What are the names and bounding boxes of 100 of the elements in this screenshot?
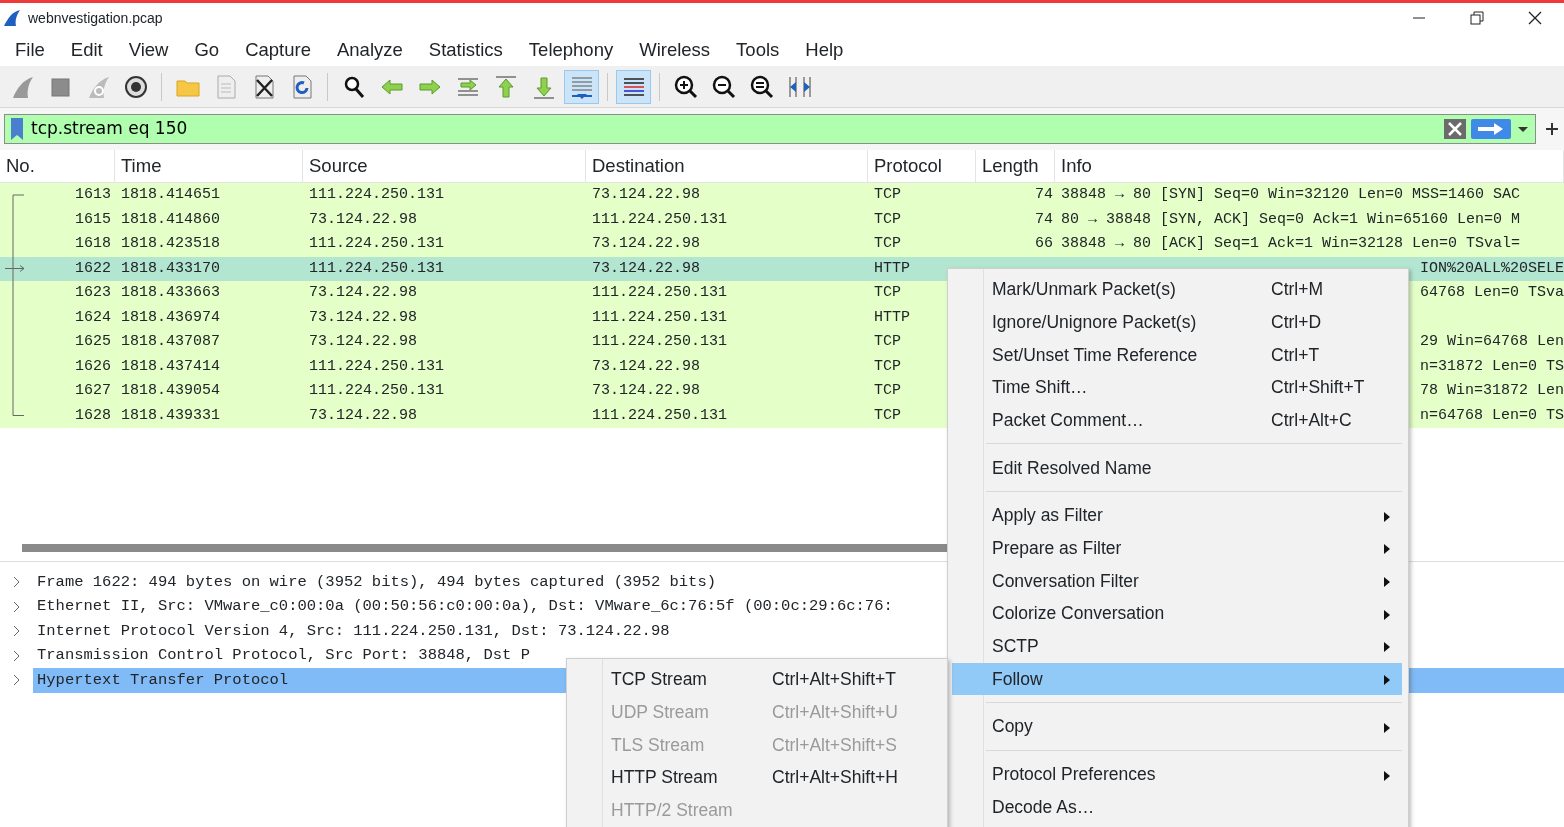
table-cell-text: 1622 xyxy=(74,258,112,279)
table-cell-text: 1626 xyxy=(74,356,112,377)
zoom-reset-icon xyxy=(748,73,775,100)
restore-icon[interactable] xyxy=(1470,11,1484,25)
table-cell-text: 73.124.22.98 xyxy=(591,258,702,279)
table-cell-text: 1818.437087 xyxy=(120,332,222,352)
table-cell-text: TCP xyxy=(873,405,902,426)
table-cell-text: 73.124.22.98 xyxy=(308,283,419,303)
column-header[interactable]: Destination xyxy=(586,150,868,182)
table-cell: 80 → 38848 [SYN, ACK] Seq=0 Ack=1 Win=65160 Len=0 M xyxy=(1061,210,1521,228)
table-cell-text: 1818.414651 xyxy=(120,185,222,205)
tree-item[interactable]: Internet Protocol Version 4, Src: 111.224.250.131, Dst: 73.124.22.98 xyxy=(33,618,674,644)
menu-item[interactable]: SCTP xyxy=(952,629,1402,663)
menu-item[interactable]: Capture xyxy=(232,35,324,64)
menu-item[interactable]: HTTP Stream Ctrl+Alt+Shift+H xyxy=(571,761,941,794)
table-cell-text: 73.124.22.98 xyxy=(308,307,419,328)
submenu-arrow-icon xyxy=(1383,543,1391,556)
autoscroll-button[interactable] xyxy=(564,69,599,104)
menu-item[interactable]: Prepare as Filter xyxy=(952,531,1402,565)
table-cell-text: TCP xyxy=(873,332,902,352)
clear-icon[interactable] xyxy=(1443,118,1467,140)
menu-item[interactable]: Colorize Conversation xyxy=(952,597,1402,630)
bookmark-icon xyxy=(9,117,25,141)
table-cell-text: 1818.414860 xyxy=(120,209,222,230)
packet-row[interactable]: 1618 1818.423518 111.224.250.131 73.124.22.98 TCP 66 38848 → 80 [ACK] Seq=1 Ack=1 Win=32128 Len=0 TSval= xyxy=(0,232,1564,257)
packet-row[interactable]: 1613 1818.414651 111.224.250.131 73.124.22.98 TCP 74 38848 → 80 [SYN] Seq=0 Win=32120 Len=0 MSS=1460 SAC xyxy=(0,183,1564,208)
table-cell-text: HTTP xyxy=(873,307,911,328)
table-cell-text: n=31872 Len=0 TS xyxy=(1419,356,1564,377)
table-cell-text: 1627 xyxy=(74,381,112,401)
table-cell-text: 111.224.250.131 xyxy=(591,307,729,328)
table-cell-text: 74 xyxy=(1034,185,1054,205)
tree-item[interactable]: Transmission Control Protocol, Src Port: 38848, Dst P xyxy=(33,643,534,669)
column-header[interactable]: Protocol xyxy=(868,150,976,182)
scrollbar-thumb[interactable] xyxy=(22,544,947,552)
menu-item[interactable]: Help xyxy=(792,35,857,64)
menu-item[interactable]: Edit Resolved Name xyxy=(952,451,1402,485)
table-cell-text: TCP xyxy=(873,356,902,377)
menu-item[interactable]: Follow xyxy=(952,662,1402,696)
menu-item[interactable]: Wireless xyxy=(626,35,724,64)
menu-item[interactable]: View xyxy=(115,35,182,64)
chevron-right-icon[interactable] xyxy=(12,576,21,589)
packet-row[interactable]: 1615 1818.414860 73.124.22.98 111.224.250.131 TCP 74 80 → 38848 [SYN, ACK] Seq=0 Ack=1 Win=65160 Len=0 M xyxy=(0,207,1564,232)
table-cell-text: 73.124.22.98 xyxy=(308,332,419,352)
zoom-out-icon xyxy=(710,73,737,100)
column-header[interactable]: Length xyxy=(976,150,1055,182)
menu-item[interactable]: Go xyxy=(181,35,233,64)
menu-item[interactable]: Copy xyxy=(952,710,1402,743)
display-filter-field[interactable]: tcp.stream eq 150 xyxy=(4,114,1536,144)
menu-item[interactable]: Edit xyxy=(57,35,116,64)
table-cell-text: 74 xyxy=(1034,209,1054,230)
column-header[interactable]: Time xyxy=(115,150,303,182)
chevron-right-icon[interactable] xyxy=(12,600,21,613)
menu-item[interactable]: Protocol Preferences xyxy=(952,757,1402,791)
submenu-arrow-icon xyxy=(1383,510,1391,523)
submenu-arrow-icon xyxy=(1383,576,1391,589)
shark-fin-icon xyxy=(2,8,22,28)
tree-item[interactable]: Frame 1622: 494 bytes on wire (3952 bits), 494 bytes captured (3952 bits) xyxy=(33,569,720,595)
chevron-right-icon[interactable] xyxy=(12,674,21,687)
tree-item[interactable]: Ethernet II, Src: VMware_c0:00:0a (00:50:56:c0:00:0a), Dst: VMware_6c:76:5f (00:0c:29:6c:76: xyxy=(33,594,897,620)
table-cell-text: ION%20ALL%20SELE xyxy=(1419,258,1564,279)
table-cell-text: TCP xyxy=(873,209,902,230)
colored-lines-button[interactable] xyxy=(616,69,651,104)
table-cell-text: 1818.423518 xyxy=(120,234,222,254)
table-cell-text: 1623 xyxy=(74,283,112,303)
table-cell-text: 73.124.22.98 xyxy=(591,381,702,401)
table-cell-text: 29 Win=64768 Len xyxy=(1419,332,1564,352)
menu-item[interactable]: Statistics xyxy=(415,35,516,64)
menu-item[interactable]: Conversation Filter xyxy=(952,564,1402,598)
table-cell-text: 111.224.250.131 xyxy=(591,405,729,426)
table-cell-text: 73.124.22.98 xyxy=(591,356,702,377)
menu-item[interactable]: Telephony xyxy=(515,35,627,64)
zoom-in-icon xyxy=(672,73,699,100)
table-cell-text: 1818.433170 xyxy=(120,258,222,279)
table-cell-text: TCP xyxy=(873,185,902,205)
chevron-right-icon[interactable] xyxy=(12,649,21,662)
column-header[interactable]: Info xyxy=(1055,150,1564,182)
menu-item[interactable]: Analyze xyxy=(324,35,416,64)
menu-item[interactable]: Decode As… xyxy=(952,790,1402,824)
table-cell: 38848 → 80 [ACK] Seq=1 Ack=1 Win=32128 Len=0 TSval= xyxy=(1061,235,1521,252)
table-cell-text: 1818.433663 xyxy=(120,283,222,303)
menu-item[interactable]: TCP Stream Ctrl+Alt+Shift+T xyxy=(571,663,941,696)
table-cell-text: 66 xyxy=(1034,234,1054,254)
table-cell-text: 111.224.250.131 xyxy=(591,283,729,303)
submenu-arrow-icon xyxy=(1383,641,1391,654)
table-cell-text: 1818.437414 xyxy=(120,356,222,377)
table-cell-text: 111.224.250.131 xyxy=(591,209,729,230)
column-header[interactable]: No. xyxy=(0,150,115,182)
add-icon[interactable] xyxy=(1544,121,1560,137)
chevron-right-icon[interactable] xyxy=(12,625,21,638)
menu-item[interactable]: File xyxy=(2,35,58,64)
menu-item[interactable]: Apply as Filter xyxy=(952,499,1402,532)
table-cell-text: 1625 xyxy=(74,332,112,352)
menu-item[interactable]: Tools xyxy=(723,35,793,64)
close-icon[interactable] xyxy=(1528,11,1542,25)
table-cell: 38848 → 80 [SYN] Seq=0 Win=32120 Len=0 MSS=1460 SAC xyxy=(1061,186,1521,203)
table-cell-text: 1818.439331 xyxy=(120,405,222,426)
column-header[interactable]: Source xyxy=(303,150,586,182)
table-cell-text: 111.224.250.131 xyxy=(308,356,446,377)
table-cell-text: 111.224.250.131 xyxy=(308,234,446,254)
table-cell-text: 1818.436974 xyxy=(120,307,222,328)
